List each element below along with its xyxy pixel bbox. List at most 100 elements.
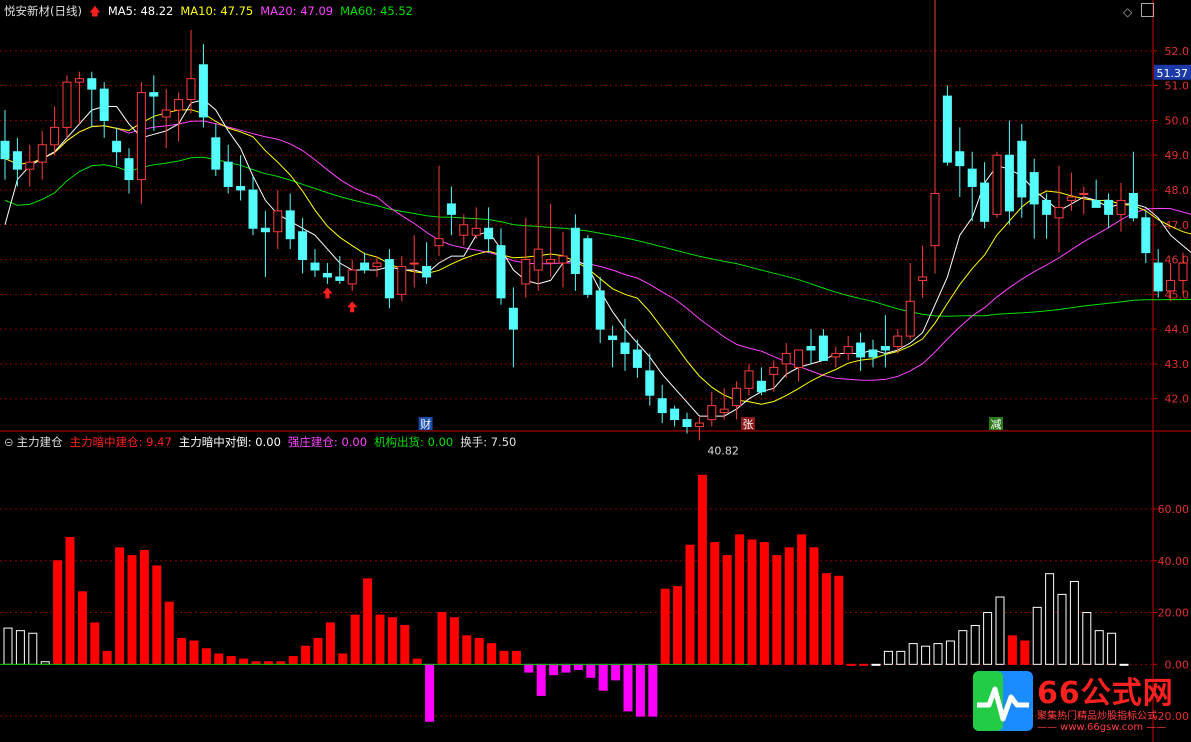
indicator-bar [921,645,931,665]
indicator-bar [152,565,162,665]
candle-body [719,408,729,414]
candle-body [446,203,456,215]
signal-arrow-icon: 🡅 [88,4,101,18]
candle-body [831,352,841,358]
candle-body [980,182,990,222]
indicator-bar [375,614,385,665]
indicator-bar [77,591,87,665]
indicator-bar [462,635,472,665]
watermark-logo-icon [973,671,1033,731]
candle-body [1141,217,1151,254]
indicator-bar [896,650,906,665]
candle-body [1104,199,1114,215]
candle-body [496,245,506,299]
candle-body [967,168,977,188]
indicator-field-2: 主力暗中对倒: 0.00 [178,435,281,449]
candle-body [1054,206,1064,219]
indicator-bar [797,534,807,665]
event-marker-label: 财 [420,417,431,431]
indicator-bar [859,663,869,666]
indicator-bar [474,637,484,665]
indicator-field-4: 机构出货: 0.00 [374,435,454,449]
indicator-bar [102,650,112,665]
candle-body [186,78,196,101]
candle-body [1153,262,1163,292]
indicator-bar [908,643,918,665]
indicator-field-1: 主力暗中建仓: 9.47 [69,435,172,449]
candle-body [1091,199,1101,208]
ma5-line [4,99,1191,417]
indicator-bar [673,586,683,665]
candle-body [905,300,915,337]
indicator-bar [325,622,335,665]
candle-body [620,342,630,354]
indicator-bar [90,622,100,665]
watermark-title: 66公式网 [1037,676,1174,711]
candle-body [422,266,432,278]
candle-body [37,144,47,163]
event-marker-label: 张 [743,418,754,431]
candle-body [645,370,655,396]
candle-body [756,380,766,393]
candle-body [843,346,853,354]
main-chart-header: 悦安新材(日线) 🡅 MA5: 48.22 MA10: 47.75 MA20: 47.0… [4,3,420,19]
indicator-bar [139,549,149,665]
high-price-annotation: 53.76 [951,0,983,3]
indicator-bar [177,637,187,665]
candle-body [211,137,221,170]
candle-body [149,92,159,97]
watermark-url: —— www.66gsw.com —— [1037,722,1167,733]
price-tick-label: 51.0 [1165,80,1190,93]
candle-body [806,346,816,351]
candle-body [347,269,357,285]
indicator-bar [958,630,968,665]
watermark-subtitle: 聚集热门精品炒股指标公式 [1037,711,1157,722]
diamond-icon[interactable]: ◇ [1123,5,1132,19]
candle-body [174,99,184,111]
indicator-bar [648,663,658,717]
indicator-bar [635,663,645,717]
candle-body [372,262,382,268]
indicator-bar [772,555,782,665]
indicator-bar [598,663,608,691]
candle-body [744,370,754,389]
indicator-bar [511,650,521,665]
candle-body [694,422,704,428]
window-toggle-icon[interactable] [1141,3,1154,17]
candle-body [397,266,407,295]
candle-body [0,140,10,160]
indicator-bar [1057,593,1067,665]
candle-body [707,405,717,421]
candle-body [360,262,370,271]
buy-arrow-icon [347,301,358,313]
chart-canvas[interactable]: 52.051.050.049.048.047.046.045.044.043.0… [0,0,1191,742]
indicator-bar [747,539,757,665]
candle-body [285,210,295,240]
indicator-bar [809,547,819,665]
candle-body [1116,199,1126,215]
candle-body [260,227,270,233]
event-marker-label: 减 [991,418,1002,431]
indicator-bar [487,643,497,665]
stock-title: 悦安新材(日线) [4,4,82,18]
indicator-bar [301,645,311,665]
indicator-bar [115,547,125,665]
candle-body [992,154,1002,215]
candle-body [794,349,804,368]
collapse-icon[interactable]: ⊝ [4,435,14,449]
candle-body [769,366,779,375]
candle-body [409,262,419,265]
indicator-bar [524,663,534,673]
indicator-bar [53,560,63,665]
candle-body [918,276,928,281]
indicator-bar [970,624,980,665]
indicator-bar [685,544,695,665]
candle-body [558,255,568,264]
price-tick-label: 49.0 [1165,149,1190,162]
indicator-field-5: 换手: 7.50 [460,435,517,449]
indicator-bar [846,663,856,666]
candle-body [595,290,605,330]
indicator-tick-label: 20.00 [1158,607,1190,620]
candle-body [62,81,72,128]
candle-body [87,78,97,90]
